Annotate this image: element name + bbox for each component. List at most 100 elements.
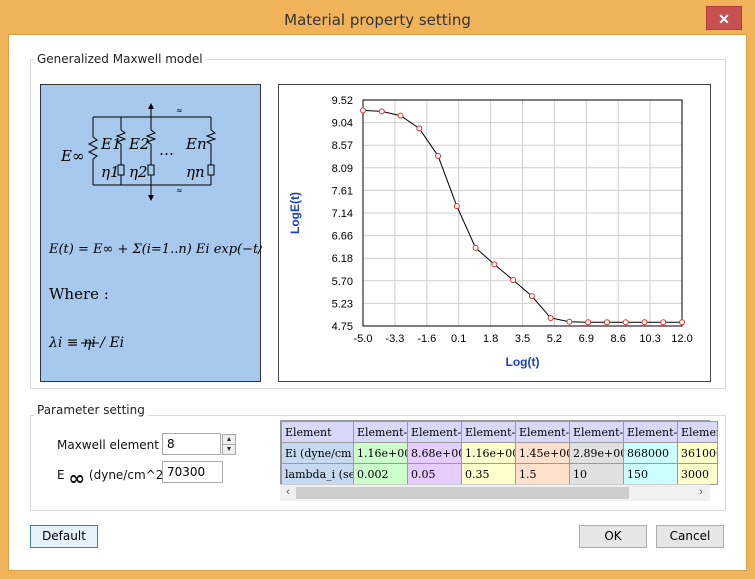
table-header-cell[interactable]: Element-6 xyxy=(623,421,678,443)
e-inf-input[interactable] xyxy=(162,461,223,483)
table-cell[interactable]: 150 xyxy=(623,463,678,485)
maxwell-element-input[interactable] xyxy=(162,433,221,455)
model-illustration: ≈ ≈ E∞ E1 E2 … En η1 η2 ηn E(t) = E∞ + Σ… xyxy=(40,84,262,382)
table-header-cell[interactable]: Element-5 xyxy=(569,421,624,443)
up-arrow-icon xyxy=(148,103,154,109)
table-cell[interactable]: 1.16e+009 xyxy=(353,442,408,464)
y-tick-label: 7.61 xyxy=(332,185,353,197)
table-header-cell[interactable]: Element-1 xyxy=(353,421,408,443)
infinity-symbol: ∞ xyxy=(68,466,86,490)
default-button[interactable]: Default xyxy=(30,525,98,548)
x-tick-label: -3.3 xyxy=(385,333,404,345)
table-header-cell[interactable]: Element-2 xyxy=(407,421,462,443)
table-cell[interactable]: 361000 xyxy=(677,442,718,464)
data-point xyxy=(453,203,460,210)
y-tick-label: 8.57 xyxy=(332,140,353,152)
data-point xyxy=(360,107,366,114)
scroll-thumb[interactable] xyxy=(296,487,629,499)
y-tick-label: 9.52 xyxy=(332,95,353,107)
data-point xyxy=(641,319,648,326)
table-header-cell[interactable]: Element-3 xyxy=(461,421,516,443)
parameter-setting-group-label: Parameter setting xyxy=(34,403,148,417)
y-tick-label: 6.66 xyxy=(332,231,353,243)
table-cell[interactable]: 868000 xyxy=(623,442,678,464)
data-point xyxy=(416,125,423,132)
relaxation-equation: E(t) = E∞ + Σ(i=1..n) Ei exp(−t/λi) xyxy=(48,242,262,257)
y-tick-label: 6.18 xyxy=(332,253,353,265)
spin-down-button[interactable]: ▼ xyxy=(222,444,236,455)
x-tick-label: 3.5 xyxy=(515,333,530,345)
table-cell[interactable]: 2.89e+006 xyxy=(569,442,624,464)
data-point xyxy=(528,293,535,300)
table-horizontal-scrollbar[interactable]: ‹ › xyxy=(280,484,710,501)
x-tick-label: -1.6 xyxy=(417,333,436,345)
x-axis-label: Log(t) xyxy=(506,355,540,369)
y-tick-label: 7.14 xyxy=(332,208,353,220)
svg-text:≈: ≈ xyxy=(176,106,183,115)
element-table[interactable]: ElementElement-1Element-2Element-3Elemen… xyxy=(281,421,718,485)
data-point xyxy=(660,319,667,326)
table-cell[interactable]: 0.002 xyxy=(353,463,408,485)
table-header-cell[interactable]: Element xyxy=(281,421,354,443)
cancel-button[interactable]: Cancel xyxy=(656,525,724,548)
maxwell-diagram: ≈ ≈ E∞ E1 E2 … En η1 η2 ηn E(t) = E∞ + Σ… xyxy=(48,103,262,351)
y-tick-label: 4.75 xyxy=(332,321,353,333)
data-point xyxy=(397,112,404,119)
y-tick-label: 5.23 xyxy=(332,298,353,310)
table-cell[interactable]: 1.5 xyxy=(515,463,570,485)
x-tick-label: 12.0 xyxy=(671,333,692,345)
table-cell[interactable]: 0.35 xyxy=(461,463,516,485)
table-header-cell[interactable]: Elemen xyxy=(677,421,718,443)
ok-button[interactable]: OK xyxy=(579,525,647,548)
table-cell[interactable]: 10 xyxy=(569,463,624,485)
data-point xyxy=(491,261,498,268)
table-cell[interactable]: Ei (dyne/cm^2) xyxy=(281,442,354,464)
y-tick-label: 8.09 xyxy=(332,163,353,175)
data-point xyxy=(622,319,629,326)
data-point xyxy=(547,314,554,321)
e-letter: E xyxy=(57,468,65,482)
table-cell[interactable]: 1.45e+007 xyxy=(515,442,570,464)
spring-label-1: E1 xyxy=(100,135,122,153)
table-cell[interactable]: 8.68e+008 xyxy=(407,442,462,464)
table-row: lambda_i (sec)0.0020.050.351.5101503000 xyxy=(281,463,718,485)
table-header-cell[interactable]: Element-4 xyxy=(515,421,570,443)
where-label: Where : xyxy=(49,285,109,303)
ellipsis-label: … xyxy=(159,141,174,159)
data-point xyxy=(603,319,610,326)
title-bar[interactable]: Material property setting ✕ xyxy=(0,0,755,34)
close-button[interactable]: ✕ xyxy=(706,6,742,30)
table-row: Ei (dyne/cm^2)1.16e+0098.68e+0081.16e+00… xyxy=(281,442,718,464)
data-point xyxy=(472,244,479,251)
svg-text:≈: ≈ xyxy=(176,186,183,195)
x-tick-label: 0.1 xyxy=(451,333,466,345)
y-tick-label: 5.70 xyxy=(332,276,353,288)
maxwell-element-label: Maxwell element : xyxy=(57,438,167,452)
x-tick-label: 5.2 xyxy=(547,333,562,345)
data-point xyxy=(679,319,685,326)
table-cell[interactable]: 3000 xyxy=(677,463,718,485)
y-tick-label: 9.04 xyxy=(332,118,353,130)
data-point xyxy=(566,318,573,325)
table-header-row: ElementElement-1Element-2Element-3Elemen… xyxy=(281,421,718,443)
modulus-chart-panel: -5.0 -3.3 -1.6 0.1 1.8 3.5 5.2 6.9 8.6 10.3 12.0 9.… xyxy=(278,84,711,382)
data-point xyxy=(435,152,442,159)
window-title: Material property setting xyxy=(284,11,471,29)
data-point xyxy=(585,319,592,326)
scroll-right-icon[interactable]: › xyxy=(694,486,708,498)
data-point xyxy=(510,277,517,284)
modulus-chart: -5.0 -3.3 -1.6 0.1 1.8 3.5 5.2 6.9 8.6 10.3 12.0 9.… xyxy=(288,95,693,369)
spring-label-2: E2 xyxy=(128,135,150,153)
x-tick-label: 6.9 xyxy=(579,333,594,345)
down-arrow-icon xyxy=(148,195,154,201)
scroll-left-icon[interactable]: ‹ xyxy=(281,486,295,498)
table-cell[interactable]: lambda_i (sec) xyxy=(281,463,354,485)
e-inf-label: E∞ xyxy=(60,147,84,165)
spring-label-n: En xyxy=(185,135,207,153)
dashpot-label-1: η1 xyxy=(101,163,120,181)
table-cell[interactable]: 1.16e+008 xyxy=(461,442,516,464)
x-tick-label: 1.8 xyxy=(483,333,498,345)
y-axis-label: LogE(t) xyxy=(288,192,302,234)
table-cell[interactable]: 0.05 xyxy=(407,463,462,485)
dashpot-label-2: η2 xyxy=(129,163,148,181)
